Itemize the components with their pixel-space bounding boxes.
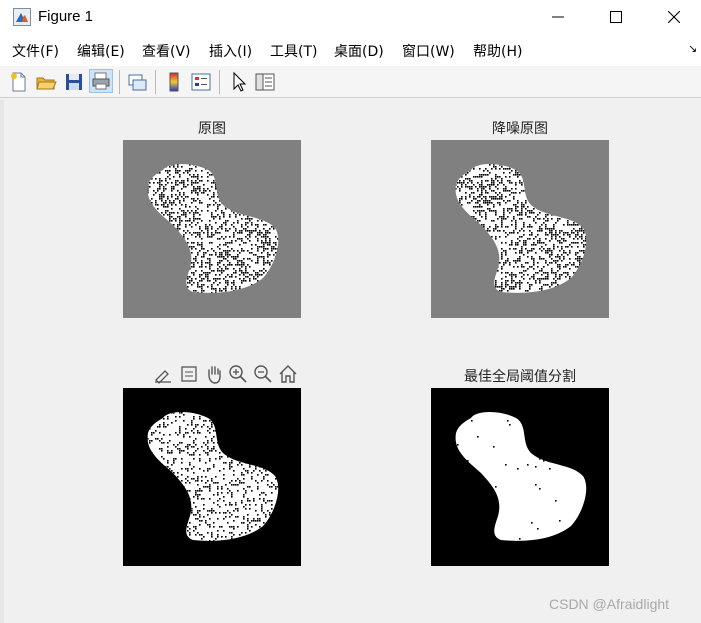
menu-bar: 文件(F) 编辑(E) 查看(V) 插入(I) 工具(T) 桌面(D) 窗口(W… bbox=[0, 34, 701, 67]
figure-toolbar bbox=[0, 66, 701, 98]
open-file-icon[interactable] bbox=[35, 71, 57, 93]
axes-title-denoised: 降噪原图 bbox=[492, 121, 548, 137]
property-inspector-icon[interactable] bbox=[254, 71, 276, 93]
print-button[interactable] bbox=[89, 69, 113, 93]
close-button[interactable] bbox=[651, 0, 697, 34]
menu-help[interactable]: 帮助(H) bbox=[473, 41, 522, 61]
toolbar-separator bbox=[119, 70, 120, 94]
axes-title-original: 原图 bbox=[198, 121, 226, 137]
minimize-button[interactable] bbox=[535, 0, 581, 34]
image-axes-binary[interactable] bbox=[123, 388, 301, 566]
image-axes-denoised[interactable] bbox=[431, 140, 609, 318]
menu-edit[interactable]: 编辑(E) bbox=[77, 41, 125, 61]
print-icon bbox=[92, 72, 110, 90]
image-denoised bbox=[431, 140, 609, 318]
home-icon[interactable] bbox=[278, 364, 298, 384]
zoom-out-icon[interactable] bbox=[253, 364, 273, 384]
zoom-in-icon[interactable] bbox=[228, 364, 248, 384]
save-icon[interactable] bbox=[63, 71, 85, 93]
maximize-button[interactable] bbox=[593, 0, 639, 34]
menu-file[interactable]: 文件(F) bbox=[12, 41, 59, 61]
brush-icon[interactable] bbox=[153, 364, 173, 384]
link-plot-icon[interactable] bbox=[126, 71, 148, 93]
image-otsu-segmentation bbox=[431, 388, 609, 566]
maximize-icon bbox=[610, 11, 622, 23]
menu-desktop[interactable]: 桌面(D) bbox=[334, 41, 384, 61]
left-edge-strip bbox=[0, 100, 4, 623]
minimize-icon bbox=[552, 16, 564, 18]
insert-legend-icon[interactable] bbox=[190, 71, 212, 93]
image-original bbox=[123, 140, 301, 318]
axes-title-otsu: 最佳全局阈值分割 bbox=[464, 369, 576, 385]
matlab-figure-icon bbox=[13, 8, 31, 26]
menu-window[interactable]: 窗口(W) bbox=[402, 41, 455, 61]
edit-plot-arrow-icon[interactable] bbox=[228, 71, 250, 93]
image-axes-otsu[interactable] bbox=[431, 388, 609, 566]
image-axes-original[interactable] bbox=[123, 140, 301, 318]
menu-insert[interactable]: 插入(I) bbox=[209, 41, 252, 61]
insert-colorbar-icon[interactable] bbox=[163, 71, 185, 93]
watermark: CSDN @Afraidlight bbox=[549, 596, 670, 612]
data-tips-icon[interactable] bbox=[179, 364, 199, 384]
toolbar-separator bbox=[155, 70, 156, 94]
menu-view[interactable]: 查看(V) bbox=[142, 41, 191, 61]
title-bar: Figure 1 bbox=[0, 0, 701, 34]
close-icon bbox=[668, 11, 680, 23]
window-title: Figure 1 bbox=[38, 8, 94, 25]
dock-arrow-icon[interactable]: ↘ bbox=[688, 42, 697, 55]
toolbar-separator bbox=[219, 70, 220, 94]
pan-hand-icon[interactable] bbox=[204, 364, 224, 384]
menu-tools[interactable]: 工具(T) bbox=[270, 41, 317, 61]
new-figure-icon[interactable] bbox=[8, 71, 30, 93]
image-binary bbox=[123, 388, 301, 566]
